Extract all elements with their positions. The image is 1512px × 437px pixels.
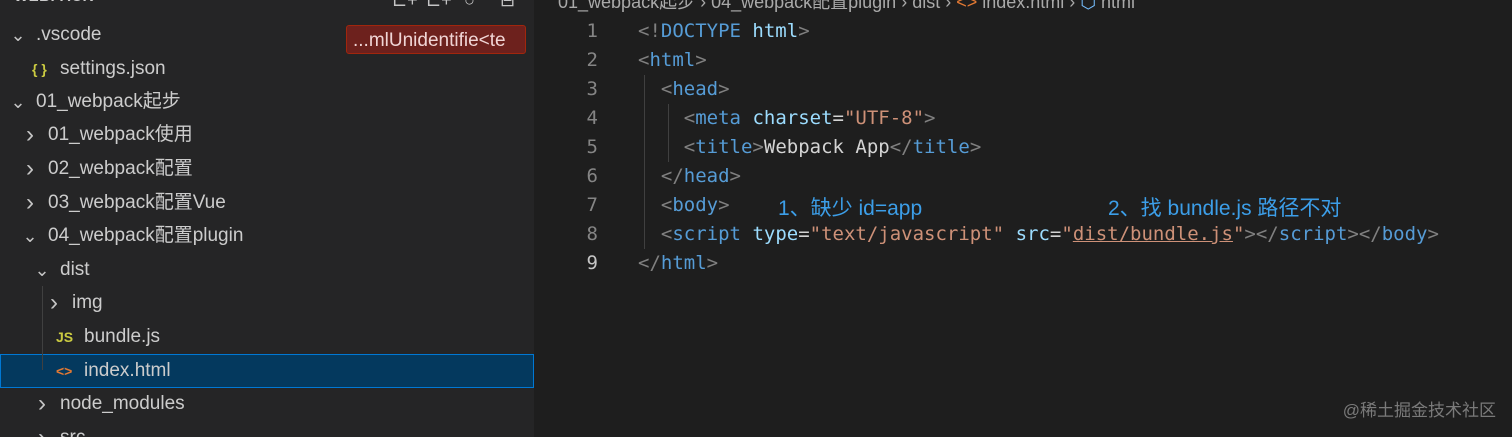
line-number: 9: [586, 252, 598, 274]
chevron-down-icon: ⌄: [34, 260, 50, 280]
tree-item-dist[interactable]: ⌄ dist: [0, 253, 534, 287]
line-number: 8: [586, 223, 598, 245]
line-number: 1: [586, 20, 598, 42]
tree-item-src[interactable]: › src: [0, 421, 534, 437]
chevron-right-icon: ›: [50, 289, 58, 316]
new-folder-icon[interactable]: ⊏+: [426, 0, 452, 14]
js-file-icon: JS: [56, 329, 74, 345]
breadcrumb: 01_webpack起步 › 04_webpack配置plugin › dist…: [558, 0, 1135, 12]
tree-item-node-modules[interactable]: › node_modules: [0, 387, 534, 421]
breadcrumb-separator-icon: ›: [940, 0, 957, 12]
tree-item-bundle-js[interactable]: JS bundle.js: [0, 320, 534, 354]
breadcrumb-separator-icon: ›: [695, 0, 712, 12]
tree-item-01-webpack[interactable]: ⌄ 01_webpack起步: [0, 85, 534, 119]
indent-guide: [42, 286, 43, 370]
chevron-down-icon: ⌄: [22, 226, 38, 246]
breadcrumb-item[interactable]: dist: [912, 0, 940, 12]
html-file-icon: <>: [956, 0, 983, 12]
tree-item-label: node_modules: [60, 393, 185, 414]
code-line[interactable]: <head>: [638, 75, 730, 104]
breadcrumb-separator-icon: ›: [896, 0, 913, 12]
line-number: 3: [586, 78, 598, 100]
explorer-sidebar: WEBPACK ⊏+ ⊏+ ○ ⊟ ⌄ .vscode { } settings.json ⌄…: [0, 0, 534, 437]
chevron-down-icon: ⌄: [10, 92, 26, 112]
tree-item-label: 02_webpack配置: [48, 158, 193, 179]
tree-item-label: 03_webpack配置Vue: [48, 192, 226, 213]
breadcrumb-separator-icon: ›: [1064, 0, 1081, 12]
tree-item-label: index.html: [84, 360, 171, 381]
line-number: 2: [586, 49, 598, 71]
new-file-icon[interactable]: ⊏+: [392, 0, 418, 14]
indent-guide: [644, 75, 645, 249]
tree-item-settings-json[interactable]: { } settings.json: [0, 52, 534, 86]
code-line[interactable]: <title>Webpack App</title>: [638, 133, 982, 162]
symbol-element-icon: ⬡: [1080, 0, 1102, 12]
tree-item-index-html[interactable]: <> index.html: [0, 354, 534, 388]
tree-item-04-webpack-plugin[interactable]: ⌄ 04_webpack配置plugin: [0, 219, 534, 253]
code-line[interactable]: <!DOCTYPE html>: [638, 17, 810, 46]
line-number: 5: [586, 136, 598, 158]
annotation-wrong-path: 2、找 bundle.js 路径不对: [1108, 197, 1342, 220]
tree-item-label: 04_webpack配置plugin: [48, 225, 244, 246]
code-line[interactable]: </head>: [638, 162, 741, 191]
chevron-down-icon: ⌄: [10, 25, 26, 45]
breadcrumb-item[interactable]: 01_webpack起步: [558, 0, 695, 12]
breadcrumb-item[interactable]: 04_webpack配置plugin: [711, 0, 896, 12]
indent-guide: [668, 104, 669, 162]
tree-item-03-webpack-vue[interactable]: › 03_webpack配置Vue: [0, 186, 534, 220]
watermark: @稀土掘金技术社区: [1342, 401, 1496, 420]
chevron-right-icon: ›: [26, 121, 34, 148]
explorer-title: WEBPACK: [14, 0, 94, 12]
tree-item-02-webpack[interactable]: › 02_webpack配置: [0, 152, 534, 186]
tree-item-img[interactable]: › img: [0, 286, 534, 320]
breadcrumb-item[interactable]: html: [1101, 0, 1135, 12]
line-number: 7: [586, 194, 598, 216]
tree-item-01-webpack[interactable]: › 01_webpack使用: [0, 118, 534, 152]
chevron-right-icon: ›: [26, 189, 34, 216]
chevron-right-icon: ›: [26, 155, 34, 182]
code-line[interactable]: <body>: [638, 191, 730, 220]
error-badge: ...mlUnidentifie<te: [346, 25, 526, 54]
chevron-right-icon: ›: [38, 390, 46, 417]
code-line[interactable]: <html>: [638, 46, 707, 75]
tree-item-label: 01_webpack起步: [36, 91, 181, 112]
tree-item-label: .vscode: [36, 24, 102, 45]
tree-item-label: img: [72, 292, 103, 313]
tree-item-label: 01_webpack使用: [48, 124, 193, 145]
html-file-icon: <>: [56, 363, 73, 379]
code-line[interactable]: </html>: [638, 249, 718, 278]
refresh-icon[interactable]: ○: [464, 0, 475, 14]
tree-item-label: bundle.js: [84, 326, 161, 347]
code-line[interactable]: <meta charset="UTF-8">: [638, 104, 936, 133]
code-line[interactable]: <script type="text/javascript" src="dist…: [638, 220, 1439, 249]
code-editor[interactable]: 01_webpack起步 › 04_webpack配置plugin › dist…: [534, 0, 1512, 437]
collapse-all-icon[interactable]: ⊟: [500, 0, 515, 14]
line-number: 4: [586, 107, 598, 129]
tree-item-label: settings.json: [60, 58, 166, 79]
line-number: 6: [586, 165, 598, 187]
tree-item-label: src: [60, 421, 85, 437]
chevron-right-icon: ›: [34, 421, 50, 437]
annotation-missing-id: 1、缺少 id=app: [778, 197, 923, 220]
tree-item-label: dist: [60, 259, 90, 280]
json-file-icon: { }: [32, 61, 47, 77]
breadcrumb-item[interactable]: index.html: [982, 0, 1064, 12]
